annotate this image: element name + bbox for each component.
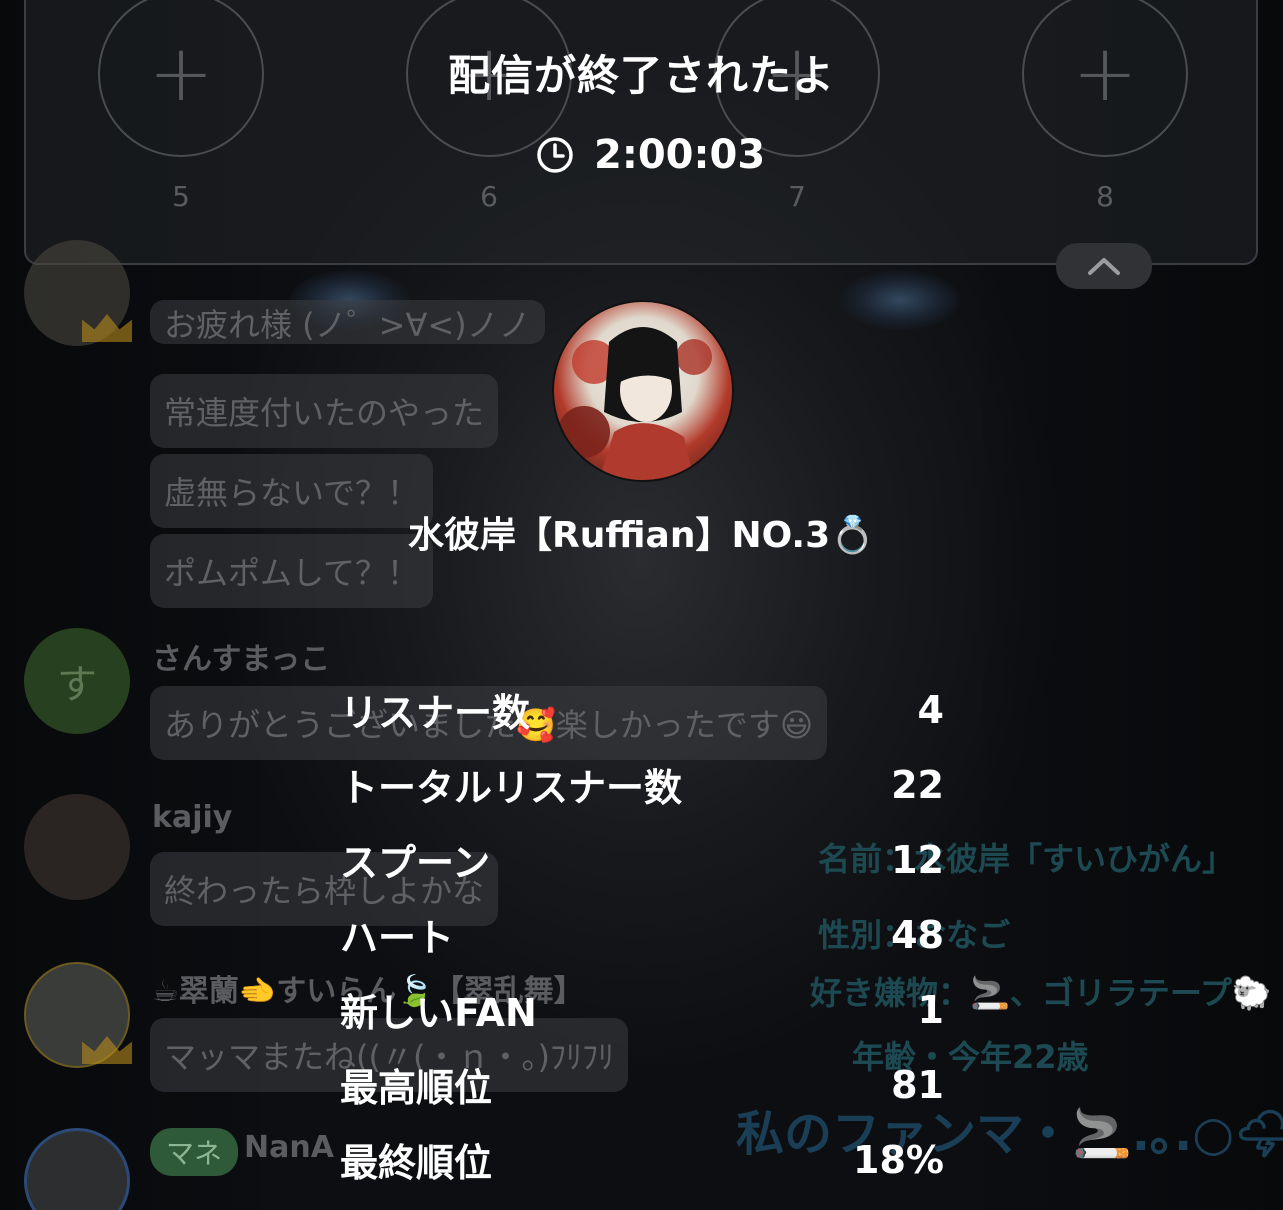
chat-avatar [24, 794, 130, 900]
host-avatar [554, 302, 732, 480]
host-name: 水彼岸【Ruffian】NO.3💍 [408, 515, 875, 556]
stream-ended-screen: + + + + 5 6 7 8 お疲れ様 (ノ゜>∀<)ノノ 常連度付いたのやっ… [0, 0, 1283, 1210]
stat-value: 22 [891, 762, 944, 807]
chat-message: 常連度付いたのやった [150, 374, 499, 448]
stat-label: トータルリスナー数 [340, 766, 683, 810]
chevron-up-icon [1088, 258, 1120, 275]
duration-text: 2:00:03 [594, 132, 766, 178]
stat-value: 48 [891, 912, 944, 957]
stat-label: 新しいFAN [340, 991, 537, 1035]
background-eye-right [840, 270, 960, 330]
clock-icon [537, 137, 573, 173]
stream-duration: 2:00:03 [536, 132, 765, 178]
stat-value: 4 [917, 687, 944, 732]
chat-avatar: す [24, 628, 130, 734]
stat-label: 最終順位 [340, 1141, 493, 1185]
stat-row-final-rank: 最終順位 18% [340, 1122, 944, 1197]
manager-badge: マネ [150, 1128, 239, 1176]
stream-ended-title: 配信が終了されたよ [447, 51, 835, 100]
stream-stats: リスナー数 4 トータルリスナー数 22 スプーン 12 ハート 48 新しいF… [340, 672, 944, 1197]
stat-label: リスナー数 [340, 691, 531, 735]
chat-username: さんすまっこ [152, 642, 331, 677]
stat-row-hearts: ハート 48 [340, 897, 944, 972]
chat-username: kajiy [152, 800, 233, 835]
stat-row-new-fans: 新しいFAN 1 [340, 972, 944, 1047]
stat-row-total-listeners: トータルリスナー数 22 [340, 747, 944, 822]
stat-value: 81 [891, 1062, 944, 1107]
stat-row-spoons: スプーン 12 [340, 822, 944, 897]
seat-number: 7 [788, 180, 806, 213]
stat-value: 18% [853, 1137, 944, 1182]
stat-value: 12 [891, 837, 944, 882]
stat-label: 最高順位 [340, 1066, 493, 1110]
stat-value: 1 [917, 987, 944, 1032]
stat-label: ハート [340, 916, 455, 960]
seat-number: 6 [480, 180, 498, 213]
chat-username: NanA [244, 1130, 334, 1165]
stat-row-listeners: リスナー数 4 [340, 672, 944, 747]
stat-label: スプーン [340, 841, 491, 885]
chat-message: お疲れ様 (ノ゜>∀<)ノノ [150, 300, 545, 344]
collapse-seats-button[interactable] [1056, 243, 1152, 289]
seat-number: 5 [172, 180, 190, 213]
stat-row-best-rank: 最高順位 81 [340, 1047, 944, 1122]
seat-number: 8 [1096, 180, 1114, 213]
